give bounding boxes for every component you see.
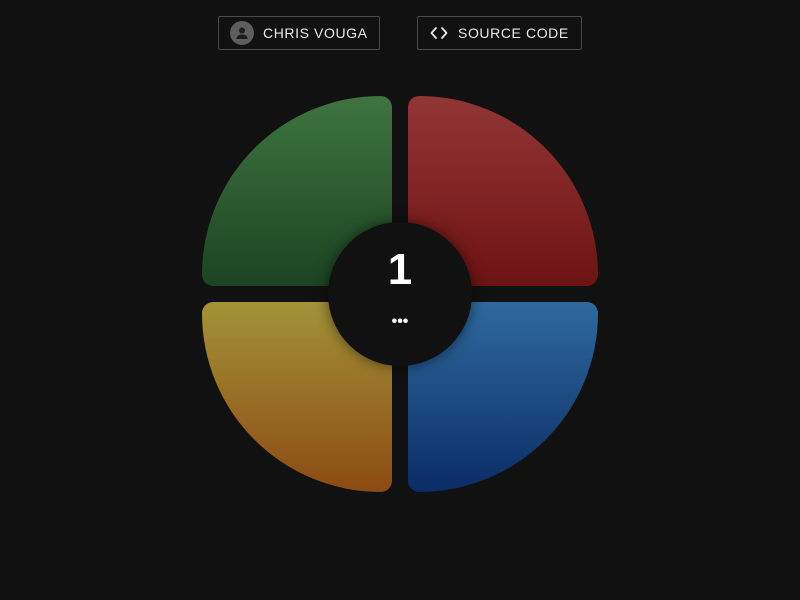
center-hub: 1 ••• [328,222,472,366]
code-icon [430,26,448,40]
game-board: 1 ••• [202,96,598,492]
source-code-button[interactable]: SOURCE CODE [417,16,582,50]
top-bar: CHRIS VOUGA SOURCE CODE [0,16,800,52]
score-display: 1 [387,245,413,294]
source-code-label: SOURCE CODE [458,25,569,41]
author-label: CHRIS VOUGA [263,25,368,41]
person-icon [230,21,254,45]
author-button[interactable]: CHRIS VOUGA [218,16,380,50]
status-indicator: ••• [391,313,409,330]
